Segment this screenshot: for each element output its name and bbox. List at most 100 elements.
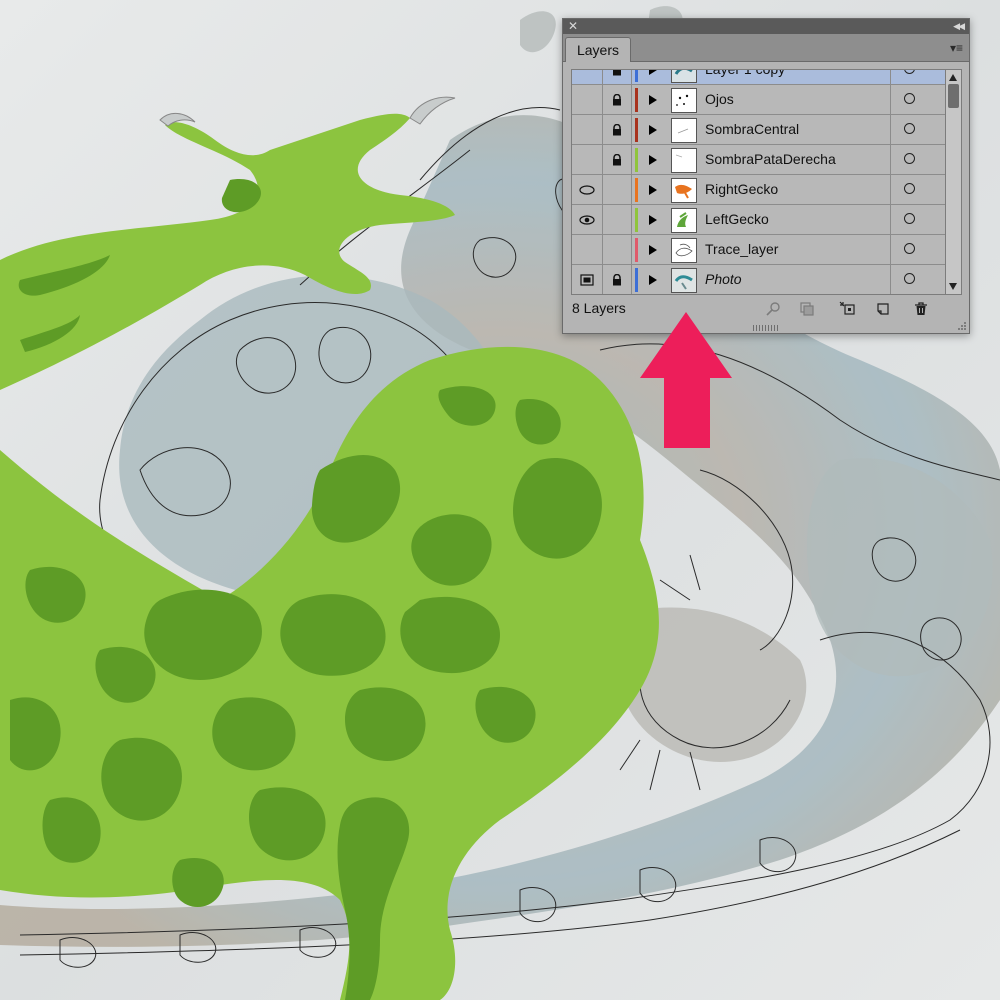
visibility-toggle[interactable] <box>572 205 603 234</box>
layer-row-leftgecko[interactable]: LeftGecko <box>572 205 946 235</box>
lock-toggle[interactable] <box>603 115 632 144</box>
scroll-up-icon[interactable] <box>949 74 957 81</box>
target-cell <box>890 205 946 234</box>
target-cell <box>890 265 946 294</box>
triangle-right-icon[interactable] <box>649 275 657 285</box>
lock-toggle[interactable] <box>603 265 632 294</box>
layer-thumbnail <box>671 208 697 233</box>
layer-list-scrollbar[interactable] <box>945 69 962 295</box>
layer-thumbnail <box>671 178 697 203</box>
layer-color-bar <box>635 178 638 202</box>
trash-icon[interactable] <box>913 301 929 317</box>
close-icon[interactable]: ✕ <box>568 19 578 34</box>
lock-toggle[interactable] <box>603 145 632 174</box>
panel-titlebar[interactable]: ✕ ◀◀ <box>563 19 969 34</box>
target-cell <box>890 175 946 204</box>
layer-color-bar <box>635 208 638 232</box>
visibility-toggle[interactable] <box>572 70 603 84</box>
layer-color-bar <box>635 88 638 112</box>
layers-panel: ✕ ◀◀ Layers ▾≡ Layer 1 copy Ojos SombraC… <box>562 18 970 334</box>
corner-resize-grip[interactable] <box>957 321 967 331</box>
lock-toggle[interactable] <box>603 175 632 204</box>
layer-row-trace-layer[interactable]: Trace_layer <box>572 235 946 265</box>
annotation-arrow-icon <box>640 312 732 448</box>
layer-count: 8 Layers <box>572 300 626 316</box>
layer-row-photo[interactable]: Photo <box>572 265 946 294</box>
scroll-thumb[interactable] <box>948 84 959 108</box>
panel-resize-grip[interactable] <box>753 325 779 331</box>
triangle-right-icon[interactable] <box>649 185 657 195</box>
layer-row-layer-1-copy[interactable]: Layer 1 copy <box>572 70 946 85</box>
layer-thumbnail <box>671 118 697 143</box>
triangle-right-icon[interactable] <box>649 95 657 105</box>
target-circle-icon[interactable] <box>904 273 915 284</box>
triangle-right-icon[interactable] <box>649 70 657 75</box>
target-circle-icon[interactable] <box>904 243 915 254</box>
double-chevron-icon[interactable]: ◀◀ <box>953 19 965 34</box>
layer-name[interactable]: LeftGecko <box>705 205 769 234</box>
template-layer-icon <box>580 273 594 286</box>
layer-thumbnail <box>671 238 697 263</box>
visibility-toggle[interactable] <box>572 85 603 114</box>
target-circle-icon[interactable] <box>904 93 915 104</box>
layer-color-bar <box>635 268 638 292</box>
target-circle-icon[interactable] <box>904 153 915 164</box>
panel-tab-strip: Layers ▾≡ <box>563 34 969 62</box>
target-cell <box>890 235 946 264</box>
layer-row-sombrapataderecha[interactable]: SombraPataDerecha <box>572 145 946 175</box>
target-circle-icon[interactable] <box>904 183 915 194</box>
lock-icon <box>613 153 621 165</box>
layer-name[interactable]: Photo <box>705 265 742 294</box>
target-cell <box>890 85 946 114</box>
scroll-down-icon[interactable] <box>949 283 957 290</box>
new-layer-icon[interactable] <box>875 301 891 317</box>
layer-row-rightgecko[interactable]: RightGecko <box>572 175 946 205</box>
lock-toggle[interactable] <box>603 235 632 264</box>
layer-color-bar <box>635 148 638 172</box>
search-icon[interactable] <box>765 301 781 317</box>
triangle-right-icon[interactable] <box>649 125 657 135</box>
target-circle-icon[interactable] <box>904 123 915 134</box>
layer-color-bar <box>635 238 638 262</box>
visibility-toggle[interactable] <box>572 235 603 264</box>
triangle-right-icon[interactable] <box>649 215 657 225</box>
target-circle-icon[interactable] <box>904 70 915 74</box>
layer-name[interactable]: RightGecko <box>705 175 778 204</box>
layer-row-ojos[interactable]: Ojos <box>572 85 946 115</box>
target-circle-icon[interactable] <box>904 213 915 224</box>
triangle-right-icon[interactable] <box>649 245 657 255</box>
layer-thumbnail <box>671 70 697 83</box>
panel-footer: 8 Layers <box>563 297 969 321</box>
target-cell <box>890 115 946 144</box>
layer-thumbnail <box>671 88 697 113</box>
lock-toggle[interactable] <box>603 85 632 114</box>
lock-icon <box>613 93 621 105</box>
panel-menu-icon[interactable]: ▾≡ <box>950 41 963 55</box>
layer-thumbnail <box>671 268 697 293</box>
layer-name[interactable]: SombraCentral <box>705 115 799 144</box>
eye-icon <box>579 214 595 225</box>
layer-thumbnail <box>671 148 697 173</box>
layer-list: Layer 1 copy Ojos SombraCentral SombraPa… <box>571 69 947 295</box>
lock-icon <box>613 273 621 285</box>
layer-name[interactable]: Trace_layer <box>705 235 778 264</box>
lock-toggle[interactable] <box>603 70 632 84</box>
layer-name[interactable]: SombraPataDerecha <box>705 145 836 174</box>
lock-icon <box>613 123 621 135</box>
layer-color-bar <box>635 70 638 82</box>
tab-layers[interactable]: Layers <box>565 37 631 62</box>
new-sublayer-icon[interactable] <box>839 301 855 317</box>
layer-row-sombracentral[interactable]: SombraCentral <box>572 115 946 145</box>
target-cell <box>890 145 946 174</box>
visibility-toggle[interactable] <box>572 175 603 204</box>
layer-name[interactable]: Layer 1 copy <box>705 70 785 84</box>
clipping-mask-icon[interactable] <box>799 301 815 317</box>
layer-color-bar <box>635 118 638 142</box>
visibility-toggle[interactable] <box>572 265 603 294</box>
visibility-toggle[interactable] <box>572 145 603 174</box>
eye-outline-icon <box>579 184 595 195</box>
visibility-toggle[interactable] <box>572 115 603 144</box>
lock-toggle[interactable] <box>603 205 632 234</box>
layer-name[interactable]: Ojos <box>705 85 734 114</box>
triangle-right-icon[interactable] <box>649 155 657 165</box>
